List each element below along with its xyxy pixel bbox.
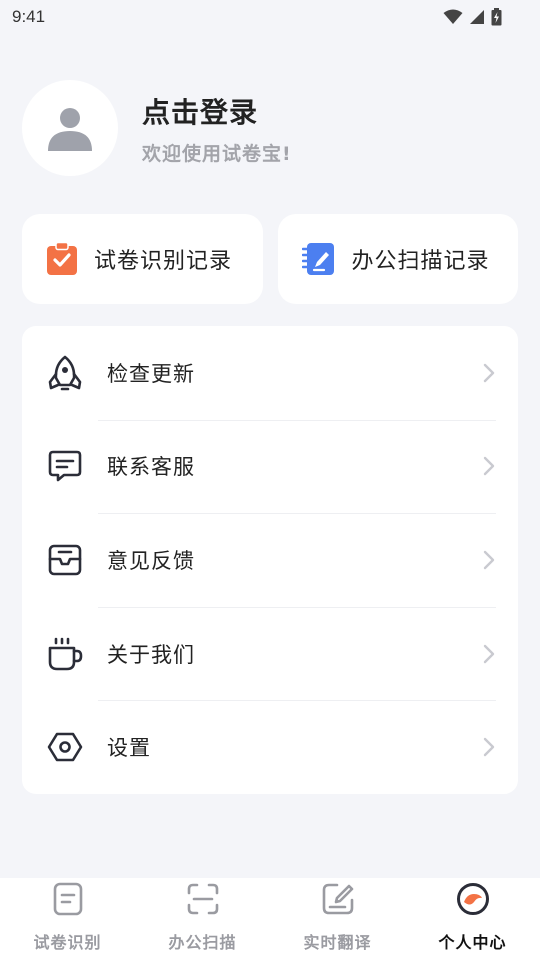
chevron-right-icon: [483, 644, 495, 663]
chevron-right-icon: [483, 457, 495, 476]
menu-item-check-update[interactable]: 检查更新: [22, 326, 518, 420]
battery-icon: [491, 8, 502, 26]
menu-item-label: 检查更新: [107, 361, 195, 386]
nav-tab-office-scan[interactable]: 办公扫描: [135, 878, 270, 960]
hexagon-settings-icon: [47, 732, 83, 762]
nav-label: 办公扫描: [168, 933, 237, 952]
menu-item-label: 意见反馈: [107, 548, 195, 573]
coffee-cup-icon: [48, 637, 83, 670]
notebook-pen-icon: [301, 243, 334, 275]
nav-tab-realtime-translate[interactable]: 实时翻译: [270, 878, 405, 960]
chevron-right-icon: [483, 550, 495, 570]
wifi-icon: [443, 9, 463, 24]
nav-tab-profile[interactable]: 个人中心: [405, 878, 540, 960]
menu-item-feedback[interactable]: 意见反馈: [22, 513, 518, 607]
profile-page: 9:41 点击登录 欢迎使用试卷宝! 试卷识别记录 办公扫描记录 检查更新 联系…: [0, 0, 540, 960]
profile-circle-icon: [456, 883, 489, 915]
nav-label: 个人中心: [438, 933, 507, 952]
office-scan-record-label: 办公扫描记录: [351, 249, 490, 274]
document-icon: [53, 882, 82, 916]
status-bar: 9:41: [0, 0, 540, 34]
chevron-right-icon: [483, 737, 495, 757]
menu-item-customer-service[interactable]: 联系客服: [22, 419, 518, 514]
user-avatar-icon: [48, 108, 92, 151]
avatar[interactable]: [22, 80, 118, 176]
edit-square-icon: [322, 883, 353, 915]
menu-item-about-us[interactable]: 关于我们: [22, 606, 518, 701]
exam-record-label: 试卷识别记录: [94, 249, 233, 274]
menu-item-settings[interactable]: 设置: [22, 700, 518, 794]
welcome-text: 欢迎使用试卷宝!: [142, 142, 292, 165]
menu-item-label: 联系客服: [107, 455, 195, 480]
mailbox-icon: [48, 544, 82, 576]
profile-text: 点击登录 欢迎使用试卷宝!: [142, 91, 292, 166]
office-scan-record-card[interactable]: 办公扫描记录: [277, 214, 518, 304]
chevron-right-icon: [483, 363, 495, 382]
status-time: 9:41: [12, 7, 46, 26]
message-icon: [48, 451, 82, 482]
bottom-nav: 试卷识别 办公扫描 实时翻译 个人中心: [0, 878, 540, 960]
nav-label: 实时翻译: [303, 933, 372, 952]
settings-menu: 检查更新 联系客服 意见反馈 关于我们 设置: [22, 326, 518, 794]
scan-icon: [187, 883, 218, 915]
clipboard-check-icon: [47, 242, 77, 275]
profile-header[interactable]: 点击登录 欢迎使用试卷宝!: [22, 80, 292, 176]
menu-item-label: 关于我们: [107, 642, 195, 667]
login-title[interactable]: 点击登录: [142, 91, 292, 131]
exam-record-card[interactable]: 试卷识别记录: [22, 214, 263, 304]
nav-label: 试卷识别: [33, 933, 102, 952]
menu-item-label: 设置: [107, 736, 151, 761]
nav-tab-exam-recognition[interactable]: 试卷识别: [0, 878, 135, 960]
rocket-icon: [48, 355, 82, 391]
cellular-signal-icon: [470, 10, 484, 24]
status-icons: [443, 8, 502, 26]
quick-records: 试卷识别记录 办公扫描记录: [22, 214, 518, 304]
